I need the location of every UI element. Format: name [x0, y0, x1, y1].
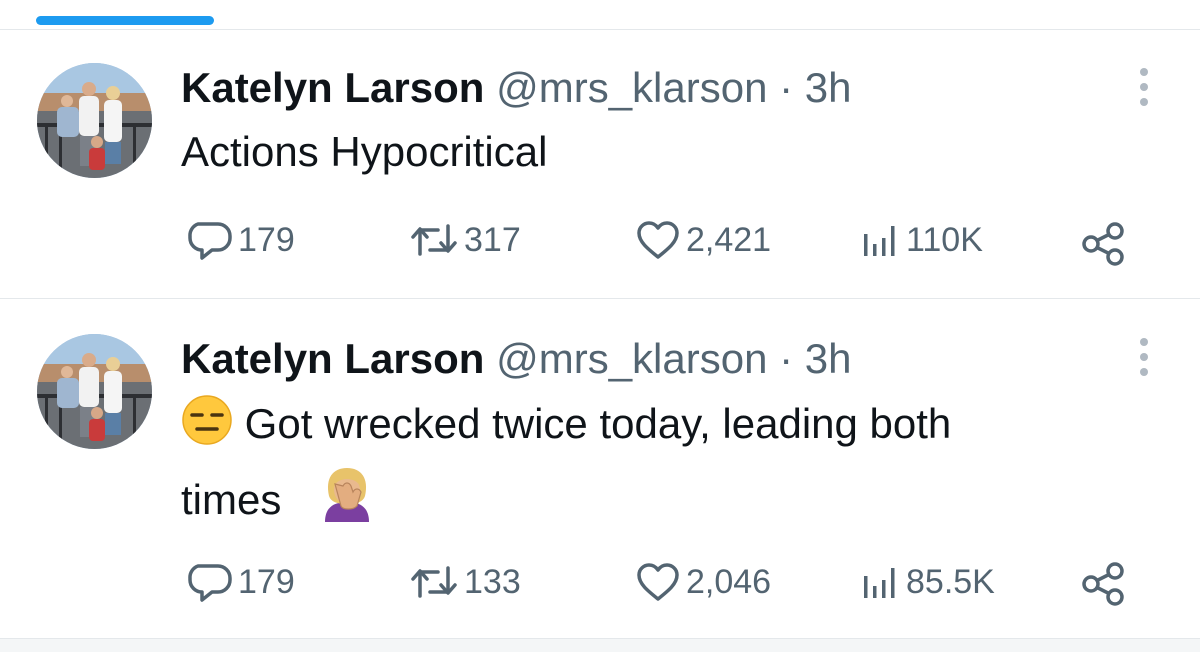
reply-icon	[188, 220, 238, 260]
tweet-header: Katelyn Larson @mrs_klarson · 3h	[181, 334, 852, 384]
repost-icon	[410, 562, 464, 602]
tweet-text: Got wrecked twice today, leading both ti…	[181, 390, 1171, 542]
timestamp[interactable]: 3h	[805, 335, 852, 382]
repost-button[interactable]: 317	[410, 220, 521, 260]
views-icon	[860, 220, 906, 260]
like-icon	[636, 220, 686, 260]
like-count: 2,421	[686, 221, 772, 259]
tweet-text-line2: times	[181, 476, 282, 523]
like-button[interactable]: 2,421	[636, 220, 771, 260]
views-button[interactable]: 85.5K	[860, 562, 995, 602]
separator-dot: ·	[779, 335, 794, 382]
bottom-divider	[0, 638, 1200, 652]
expressionless-face-emoji	[181, 394, 233, 466]
user-handle[interactable]: @mrs_klarson	[496, 335, 767, 382]
avatar[interactable]	[37, 334, 152, 449]
like-count: 2,046	[686, 563, 772, 601]
repost-count: 317	[464, 221, 521, 259]
separator-dot: ·	[779, 64, 794, 111]
more-icon[interactable]	[1138, 337, 1150, 377]
view-count: 110K	[906, 221, 983, 259]
reply-icon	[188, 562, 238, 602]
active-tab-indicator	[36, 16, 214, 25]
like-icon	[636, 562, 686, 602]
tweet-header: Katelyn Larson @mrs_klarson · 3h	[181, 63, 852, 113]
woman-facepalming-emoji	[319, 466, 375, 542]
tweet-text-content: Got wrecked twice today, leading both	[244, 400, 952, 447]
reply-count: 179	[238, 221, 295, 259]
avatar[interactable]	[37, 63, 152, 178]
tweet[interactable]: Katelyn Larson @mrs_klarson · 3h Got wre…	[0, 300, 1200, 638]
display-name[interactable]: Katelyn Larson	[181, 335, 484, 382]
tweet[interactable]: Katelyn Larson @mrs_klarson · 3h Actions…	[0, 30, 1200, 299]
views-button[interactable]: 110K	[860, 220, 983, 260]
tweet-text-content: Actions Hypocritical	[181, 128, 548, 175]
share-icon[interactable]	[1080, 222, 1126, 271]
reply-count: 179	[238, 563, 295, 601]
reply-button[interactable]: 179	[188, 562, 295, 602]
user-handle[interactable]: @mrs_klarson	[496, 64, 767, 111]
repost-icon	[410, 220, 464, 260]
like-button[interactable]: 2,046	[636, 562, 771, 602]
repost-count: 133	[464, 563, 521, 601]
reply-button[interactable]: 179	[188, 220, 295, 260]
view-count: 85.5K	[906, 563, 995, 601]
display-name[interactable]: Katelyn Larson	[181, 64, 484, 111]
tweet-text: Actions Hypocritical	[181, 118, 1171, 186]
tweet-divider	[0, 298, 1200, 299]
views-icon	[860, 562, 906, 602]
timestamp[interactable]: 3h	[805, 64, 852, 111]
share-icon[interactable]	[1080, 562, 1126, 611]
repost-button[interactable]: 133	[410, 562, 521, 602]
more-icon[interactable]	[1138, 67, 1150, 107]
